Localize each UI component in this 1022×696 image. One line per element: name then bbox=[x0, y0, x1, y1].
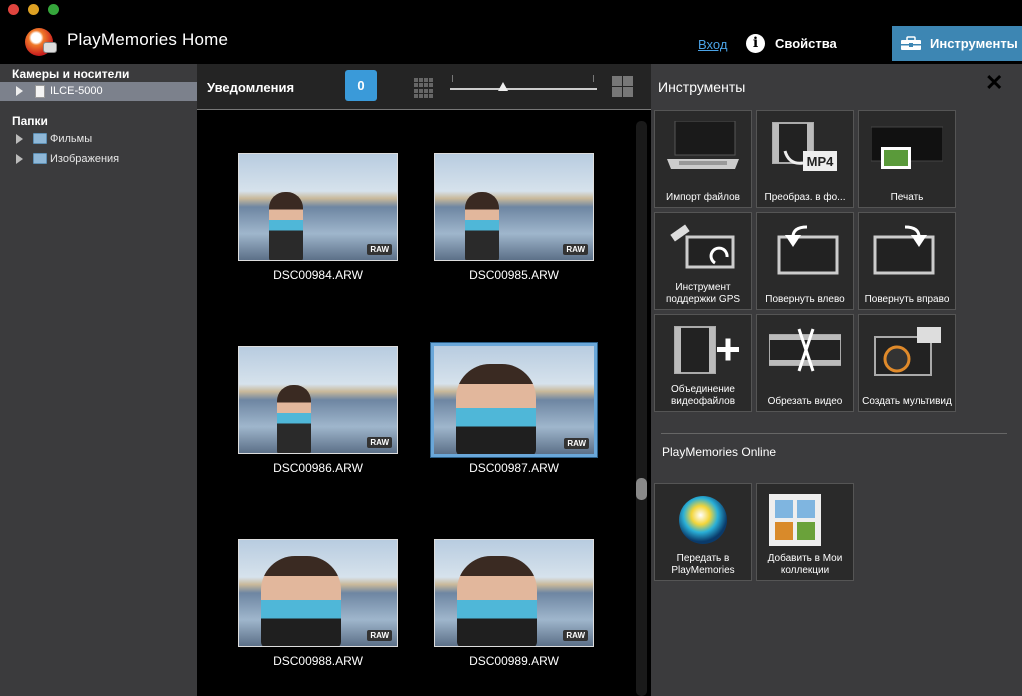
tool-rotate-left[interactable]: Повернуть влево bbox=[756, 212, 854, 310]
online-section-title: PlayMemories Online bbox=[662, 445, 777, 459]
photo-thumbnail[interactable]: RAW bbox=[238, 153, 398, 261]
tool-label: Передать в PlayMemories bbox=[671, 553, 735, 576]
printer-icon bbox=[871, 126, 943, 169]
title-bar: PlayMemories Home Вход i Свойства Инстру… bbox=[0, 0, 1022, 64]
tool-label: Повернуть вправо bbox=[864, 294, 950, 305]
tool-convert-mp4[interactable]: MP4 Преобраз. в фо... bbox=[756, 110, 854, 208]
large-thumbnails-icon[interactable] bbox=[612, 76, 633, 97]
tool-label: Обрезать видео bbox=[767, 396, 843, 407]
photo-filename: DSC00986.ARW bbox=[273, 461, 363, 475]
app-title: PlayMemories Home bbox=[67, 30, 229, 49]
tool-import-files[interactable]: Импорт файлов bbox=[654, 110, 752, 208]
photo-thumbnail[interactable]: RAW bbox=[238, 539, 398, 647]
photo-filename: DSC00985.ARW bbox=[469, 268, 559, 282]
convert-mp4-icon: MP4 bbox=[772, 122, 837, 171]
tool-send-to-playmemories[interactable]: Передать в PlayMemories bbox=[654, 483, 752, 581]
notifications-label: Уведомления bbox=[207, 80, 295, 95]
properties-button[interactable]: Свойства bbox=[775, 36, 837, 51]
thumbnail-size-slider[interactable] bbox=[450, 88, 597, 90]
scrollbar-thumb[interactable] bbox=[636, 478, 647, 500]
window-minimize-button[interactable] bbox=[28, 4, 39, 15]
tool-label: Объединение видеофайлов bbox=[670, 384, 736, 407]
raw-badge: RAW bbox=[563, 244, 588, 255]
small-thumbnails-icon[interactable] bbox=[414, 78, 434, 98]
tools-button-label: Инструменты bbox=[930, 36, 1018, 51]
tool-merge-video[interactable]: Объединение видеофайлов bbox=[654, 314, 752, 412]
raw-badge: RAW bbox=[564, 438, 589, 449]
tool-label: Преобраз. в фо... bbox=[764, 192, 846, 203]
tool-label: Повернуть влево bbox=[765, 294, 845, 305]
photo-filename: DSC00989.ARW bbox=[469, 654, 559, 668]
tool-rotate-right[interactable]: Повернуть вправо bbox=[858, 212, 956, 310]
photo-subject bbox=[261, 556, 341, 646]
window-maximize-button[interactable] bbox=[48, 4, 59, 15]
mp4-badge: MP4 bbox=[807, 154, 835, 169]
tool-create-multiview[interactable]: Создать мультивид bbox=[858, 314, 956, 412]
tool-label: Добавить в Мои коллекции bbox=[767, 553, 843, 576]
toolbox-icon bbox=[901, 36, 921, 50]
laptop-icon bbox=[667, 121, 739, 169]
photo-subject bbox=[465, 192, 499, 260]
raw-badge: RAW bbox=[367, 437, 392, 448]
raw-badge: RAW bbox=[367, 630, 392, 641]
section-divider bbox=[661, 433, 1007, 434]
tool-label: Инструмент поддержки GPS bbox=[665, 282, 741, 305]
tool-trim-video[interactable]: Обрезать видео bbox=[756, 314, 854, 412]
expand-arrow-icon[interactable] bbox=[16, 154, 23, 164]
tools-button[interactable]: Инструменты bbox=[892, 26, 1022, 61]
close-icon[interactable]: ✕ bbox=[985, 72, 1003, 94]
photo-subject bbox=[457, 556, 537, 646]
tool-add-to-collections[interactable]: Добавить в Мои коллекции bbox=[756, 483, 854, 581]
window-close-button[interactable] bbox=[8, 4, 19, 15]
gps-satellite-icon bbox=[670, 224, 735, 269]
cameras-section-title: Камеры и носители bbox=[12, 67, 130, 81]
photo-thumbnail-selected[interactable]: RAW bbox=[430, 342, 598, 458]
slider-tick bbox=[452, 75, 453, 82]
photo-thumbnail[interactable]: RAW bbox=[238, 346, 398, 454]
folder-icon bbox=[33, 133, 47, 144]
tool-gps-support[interactable]: Инструмент поддержки GPS bbox=[654, 212, 752, 310]
tool-print[interactable]: Печать bbox=[858, 110, 956, 208]
rotate-left-icon bbox=[777, 225, 839, 275]
camera-badge-icon bbox=[43, 42, 57, 53]
camera-item-label: ILCE-5000 bbox=[50, 85, 103, 97]
slider-tick bbox=[593, 75, 594, 82]
login-link[interactable]: Вход bbox=[698, 37, 727, 52]
slider-handle[interactable] bbox=[498, 82, 508, 91]
photo-subject bbox=[456, 364, 536, 454]
tool-label: Создать мультивид bbox=[862, 396, 952, 407]
photo-filename: DSC00987.ARW bbox=[469, 461, 559, 475]
trim-video-icon bbox=[769, 328, 841, 372]
sidebar-item-camera[interactable]: ILCE-5000 bbox=[0, 82, 197, 101]
merge-video-icon bbox=[674, 326, 739, 374]
info-icon[interactable]: i bbox=[746, 34, 765, 53]
playmemories-orb-icon bbox=[679, 496, 727, 544]
photo-filename: DSC00984.ARW bbox=[273, 268, 363, 282]
tool-label: Печать bbox=[890, 192, 924, 203]
raw-badge: RAW bbox=[367, 244, 392, 255]
scrollbar-track[interactable] bbox=[636, 121, 647, 696]
expand-arrow-icon[interactable] bbox=[16, 86, 23, 96]
photo-filename: DSC00988.ARW bbox=[273, 654, 363, 668]
photo-thumbnail[interactable]: RAW bbox=[434, 153, 594, 261]
notifications-count-badge[interactable]: 0 bbox=[345, 70, 377, 101]
tools-panel-title: Инструменты bbox=[658, 79, 746, 95]
photo-subject bbox=[269, 192, 303, 260]
collection-window-icon bbox=[769, 494, 821, 546]
device-icon bbox=[35, 85, 45, 98]
tool-label: Импорт файлов bbox=[666, 192, 740, 203]
folders-section-title: Папки bbox=[12, 114, 48, 128]
photo-thumbnail[interactable]: RAW bbox=[434, 539, 594, 647]
multiview-icon bbox=[874, 327, 941, 376]
folder-label: Фильмы bbox=[50, 133, 93, 145]
folder-label: Изображения bbox=[50, 153, 120, 165]
photo-subject bbox=[277, 385, 311, 453]
folder-icon bbox=[33, 153, 47, 164]
expand-arrow-icon[interactable] bbox=[16, 134, 23, 144]
rotate-right-icon bbox=[873, 225, 935, 275]
raw-badge: RAW bbox=[563, 630, 588, 641]
